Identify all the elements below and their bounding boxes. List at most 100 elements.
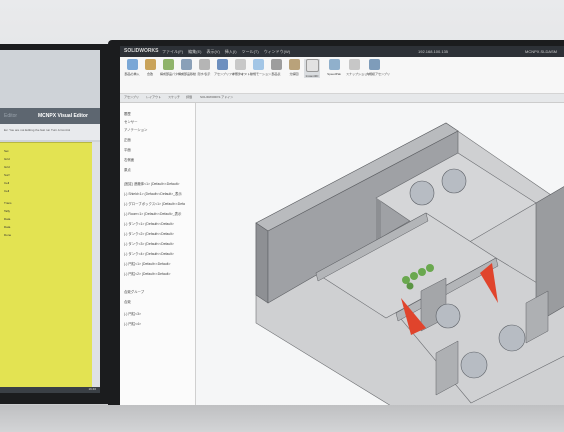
ribbon-button[interactable]: 構成部品パターン [160, 59, 184, 76]
large-assembly-icon [368, 59, 380, 70]
tree-item[interactable]: (-) タンク<3> (Default<<Default> [124, 241, 174, 246]
feature-tree: 履歴 センサー アノテーション 正面 平面 右側面 原点 (固定) 遮蔽体<1>… [120, 103, 196, 409]
tree-item[interactable]: (-) グローブボックス<1> (Default<<Defa [124, 201, 185, 206]
ribbon-button-active[interactable]: Instant3D [304, 59, 320, 78]
menu-bar: ファイル(F) 編集(E) 表示(V) 挿入(I) ツール(T) ウィンドウ(W… [162, 47, 290, 56]
assembly-feature-icon [216, 59, 228, 70]
tank [498, 324, 526, 352]
editor-line: Set [4, 149, 9, 153]
tank [441, 168, 467, 194]
tree-item[interactable]: 合致 [124, 299, 131, 304]
desk [0, 405, 564, 432]
app-logo: SOLIDWORKS [124, 48, 159, 54]
tree-item[interactable]: 正面 [124, 137, 131, 142]
tree-item[interactable]: (固定) 遮蔽体<1> (Default<<Default> [124, 181, 180, 186]
reference-geometry-icon [234, 59, 246, 70]
ribbon-button[interactable]: 大規模アセンブリ [366, 59, 390, 76]
editor-line: Grid [4, 165, 10, 169]
editor-line: Data [4, 217, 11, 221]
menu-edit[interactable]: 編集(E) [188, 47, 201, 56]
mcnp-input-editor[interactable]: Set Grid Grid Surf Cell Cell Trans Tally… [0, 142, 92, 388]
tree-item[interactable]: (-) Room<1> (Default<<Default>_表示 [124, 211, 181, 216]
left-scrollbar[interactable] [92, 142, 100, 387]
ribbon-button[interactable]: 新規モーション [250, 59, 271, 76]
tree-item[interactable]: (-) 円柱<1> (Default<<Default> [124, 261, 170, 266]
editor-line: Done [4, 233, 12, 237]
command-ribbon: 部品の挿入 合致 構成部品パターン 構成部品移動 隠す/表示 アセンブリフィーチ… [120, 57, 564, 94]
cad-title-bar: SOLIDWORKS ファイル(F) 編集(E) 表示(V) 挿入(I) ツール… [120, 46, 564, 57]
plant [410, 272, 418, 280]
component-pattern-icon [162, 59, 174, 70]
remote-host-title: 192.168.100.135 [418, 49, 449, 54]
tab-addins[interactable]: SOLIDWORKS アドイン [200, 95, 233, 99]
scene: Editor MCNPX Visual Editor Ex: You are n… [0, 0, 564, 432]
command-tabs: アセンブリ レイアウト スケッチ 評価 SOLIDWORKS アドイン [120, 94, 564, 103]
ribbon-button[interactable]: 部品の挿入 [124, 59, 140, 76]
tree-item[interactable]: 履歴 [124, 111, 131, 116]
plant [418, 268, 426, 276]
left-window-titlebar[interactable]: Editor MCNPX Visual Editor [0, 108, 100, 124]
menu-tools[interactable]: ツール(T) [242, 47, 259, 56]
tree-item[interactable]: (-) 円柱<4> [124, 321, 141, 326]
ribbon-button[interactable]: 参照ジオメトリ [232, 59, 253, 76]
menu-insert[interactable]: 挿入(I) [225, 47, 237, 56]
editor-line: Cell [4, 189, 10, 193]
motion-study-icon [252, 59, 264, 70]
ribbon-button[interactable]: スナップショット [346, 59, 370, 76]
tree-item[interactable]: (-) Shield<1> (Default<<Default>_表示 [124, 191, 182, 196]
ribbon-button[interactable]: 部品表 [268, 59, 284, 76]
instant3d-icon [305, 59, 319, 72]
tab-evaluate[interactable]: 評価 [186, 95, 192, 99]
tab-assembly[interactable]: アセンブリ [124, 95, 139, 99]
tab-sketch[interactable]: スケッチ [168, 95, 180, 99]
speedpak-icon [328, 59, 340, 70]
editor-line: Data [4, 225, 11, 229]
tree-item[interactable]: アノテーション [124, 127, 147, 132]
left-info-bar: Ex: You are not Editing the fast run Tur… [0, 124, 100, 140]
tree-item[interactable]: 原点 [124, 167, 131, 172]
left-monitor: Editor MCNPX Visual Editor Ex: You are n… [0, 44, 112, 404]
tree-item[interactable]: (-) タンク<1> (Default<<Default> [124, 221, 174, 226]
tree-item[interactable]: (-) タンク<4> (Default<<Default> [124, 251, 174, 256]
ribbon-button[interactable]: 合致 [142, 59, 158, 76]
snapshot-icon [348, 59, 360, 70]
editor-line: Tally [4, 209, 11, 213]
tree-item[interactable]: (-) 円柱<2> (Default<<Default> [124, 271, 170, 276]
tree-item[interactable]: センサー [124, 119, 138, 124]
ribbon-button[interactable]: 分解図 [286, 59, 302, 76]
room-wall [376, 198, 381, 243]
menu-file[interactable]: ファイル(F) [162, 47, 183, 56]
tab-layout[interactable]: レイアウト [146, 95, 161, 99]
cad-screen: SOLIDWORKS ファイル(F) 編集(E) 表示(V) 挿入(I) ツール… [120, 46, 564, 409]
menu-view[interactable]: 表示(V) [206, 47, 219, 56]
menu-window[interactable]: ウィンドウ(W) [264, 47, 290, 56]
ribbon-button[interactable]: SpeedPak [326, 59, 342, 76]
right-monitor: SOLIDWORKS ファイル(F) 編集(E) 表示(V) 挿入(I) ツール… [108, 40, 564, 426]
plant [426, 264, 434, 272]
move-component-icon [180, 59, 192, 70]
editor-line: Trans [4, 201, 12, 205]
exploded-view-icon [288, 59, 300, 70]
left-app-title: MCNPX Visual Editor [38, 113, 88, 119]
tree-item[interactable]: 右側面 [124, 157, 134, 162]
left-screen: Editor MCNPX Visual Editor Ex: You are n… [0, 50, 100, 393]
ribbon-button[interactable]: アセンブリフィーチャー [214, 59, 247, 76]
tree-item[interactable]: (-) 円柱<3> [124, 311, 141, 316]
tree-item[interactable]: 平面 [124, 147, 131, 152]
3d-viewport[interactable] [196, 103, 564, 409]
left-app-title-ghost: Editor [4, 113, 18, 119]
editor-line: Grid [4, 157, 10, 161]
bom-icon [270, 59, 282, 70]
show-hide-icon [198, 59, 210, 70]
outer-wall-side [255, 222, 269, 304]
left-taskbar: 16:46 [0, 387, 100, 393]
ribbon-button[interactable]: 構成部品移動 [178, 59, 196, 76]
assembly-model [255, 122, 564, 409]
ribbon-button[interactable]: 隠す/表示 [196, 59, 212, 76]
mate-icon [144, 59, 156, 70]
insert-component-icon [126, 59, 138, 70]
editor-line: Cell [4, 181, 10, 185]
tree-item[interactable]: (-) タンク<2> (Default<<Default> [124, 231, 174, 236]
tank [409, 180, 435, 206]
tree-item[interactable]: 合致グループ [124, 289, 144, 294]
